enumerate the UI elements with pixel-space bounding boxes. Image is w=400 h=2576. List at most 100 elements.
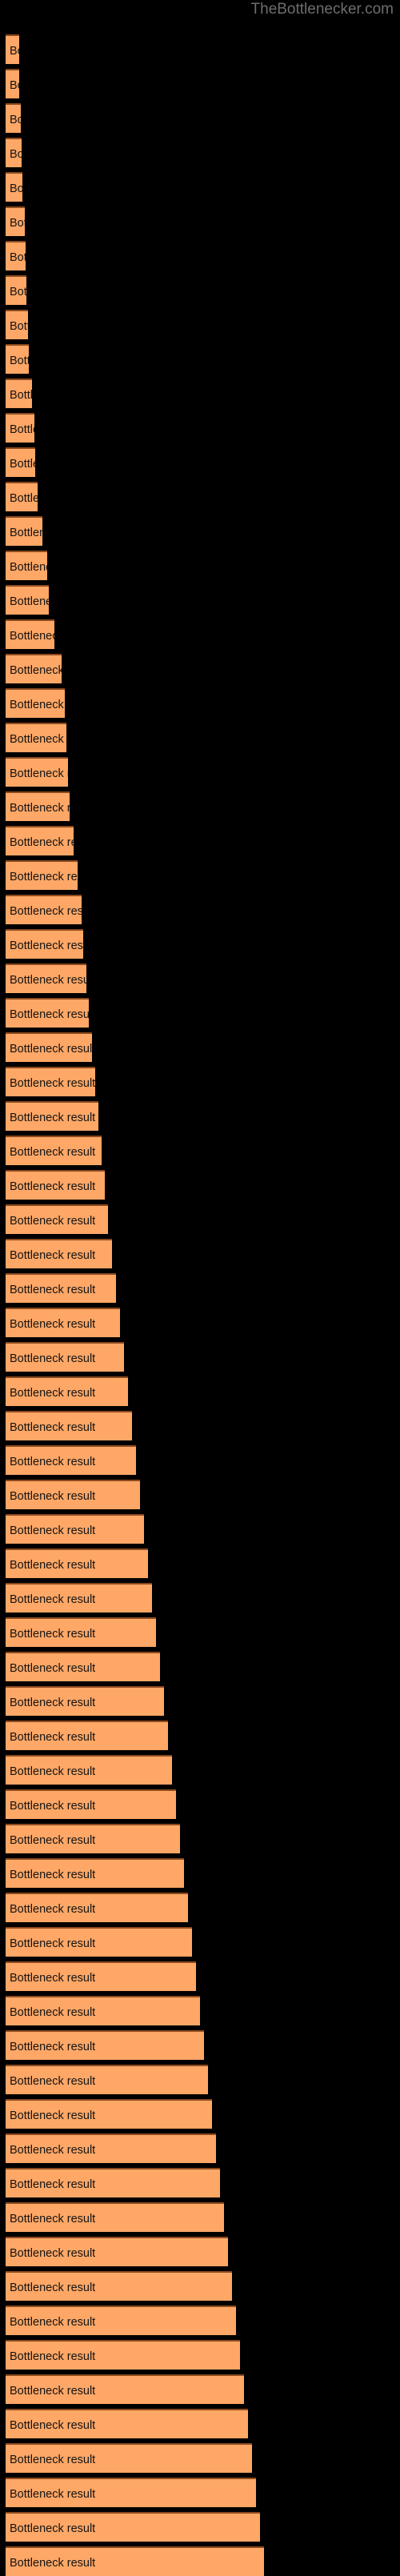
bar[interactable]: Bottleneck result	[6, 1927, 192, 1957]
bar[interactable]: Bottleneck result	[6, 2409, 248, 2438]
bar[interactable]: Bottleneck result	[6, 791, 70, 821]
bar[interactable]: Bottleneck result	[6, 654, 62, 683]
bar[interactable]: Bottleneck result	[6, 1789, 176, 1819]
bar-label: Bottleneck result	[10, 423, 34, 436]
bar[interactable]: Bottleneck result	[6, 1445, 136, 1475]
bar[interactable]: Bottleneck result	[6, 2099, 212, 2129]
bar[interactable]: Bottleneck result	[6, 1824, 180, 1853]
bar-label: Bottleneck result	[10, 1903, 96, 1916]
bar[interactable]: Bottleneck result	[6, 1480, 140, 1509]
bar[interactable]: Bottleneck result	[6, 1858, 184, 1888]
bar-label: Bottleneck result	[10, 527, 42, 539]
bar[interactable]: Bottleneck result	[6, 1721, 168, 1750]
bar[interactable]: Bottleneck result	[6, 1652, 160, 1681]
bar[interactable]: Bottleneck result	[6, 1755, 172, 1785]
bar[interactable]: Bottleneck result	[6, 1411, 132, 1440]
bar[interactable]: Bottleneck result	[6, 172, 22, 202]
bar[interactable]: Bottleneck result	[6, 585, 49, 615]
bar[interactable]: Bottleneck result	[6, 1136, 102, 1165]
bar[interactable]: Bottleneck result	[6, 447, 35, 477]
bar-label: Bottleneck result	[10, 1490, 96, 1503]
bar[interactable]: Bottleneck result	[6, 551, 47, 580]
bar-label: Bottleneck result	[10, 1318, 96, 1331]
bar[interactable]: Bottleneck result	[6, 2306, 236, 2335]
bar-label: Bottleneck result	[10, 1800, 96, 1813]
bar[interactable]: Bottleneck result	[6, 2443, 252, 2473]
bar[interactable]: Bottleneck result	[6, 1548, 148, 1578]
bar[interactable]: Bottleneck result	[6, 1170, 105, 1200]
bar[interactable]: Bottleneck result	[6, 1996, 200, 2025]
bar[interactable]: Bottleneck result	[6, 1617, 156, 1647]
bar-label: Bottleneck result	[10, 733, 66, 746]
bar[interactable]: Bottleneck result	[6, 2546, 264, 2576]
bar[interactable]: Bottleneck result	[6, 963, 86, 993]
bar[interactable]: Bottleneck result	[6, 103, 21, 133]
bar[interactable]: Bottleneck result	[6, 1376, 128, 1406]
bar-label: Bottleneck result	[10, 1215, 96, 1228]
bar-label: Bottleneck result	[10, 1593, 96, 1606]
bar-label: Bottleneck result	[10, 1972, 96, 1985]
bar-label: Bottleneck result	[10, 114, 21, 126]
bar[interactable]: Bottleneck result	[6, 1204, 108, 1234]
bar[interactable]: Bottleneck result	[6, 1067, 95, 1096]
bar-label: Bottleneck result	[10, 2213, 96, 2225]
bar[interactable]: Bottleneck result	[6, 69, 19, 98]
bar[interactable]: Bottleneck result	[6, 275, 26, 305]
bar-label: Bottleneck result	[10, 1559, 96, 1572]
bar[interactable]: Bottleneck result	[6, 1686, 164, 1716]
bar-label: Bottleneck result	[10, 1697, 96, 1709]
bar[interactable]: Bottleneck result	[6, 516, 42, 546]
bar-label: Bottleneck result	[10, 1421, 96, 1434]
bar[interactable]: Bottleneck result	[6, 379, 32, 408]
bar[interactable]: Bottleneck result	[6, 1342, 124, 1372]
bar[interactable]: Bottleneck result	[6, 895, 82, 924]
bar[interactable]: Bottleneck result	[6, 723, 66, 752]
bar[interactable]: Bottleneck result	[6, 2065, 208, 2094]
bar[interactable]: Bottleneck result	[6, 1583, 152, 1613]
bar-label: Bottleneck result	[10, 320, 28, 333]
bar[interactable]: Bottleneck result	[6, 1514, 144, 1544]
bar[interactable]: Bottleneck result	[6, 1308, 120, 1337]
bar[interactable]: Bottleneck result	[6, 2340, 240, 2370]
bar[interactable]: Bottleneck result	[6, 860, 78, 890]
bar[interactable]: Bottleneck result	[6, 34, 19, 64]
bar[interactable]: Bottleneck result	[6, 482, 38, 511]
bar[interactable]: Bottleneck result	[6, 757, 68, 787]
bar[interactable]: Bottleneck result	[6, 1893, 188, 1922]
bar[interactable]: Bottleneck result	[6, 1239, 112, 1268]
bar-label: Bottleneck result	[10, 836, 74, 849]
bar[interactable]: Bottleneck result	[6, 2374, 244, 2404]
bar[interactable]: Bottleneck result	[6, 929, 83, 959]
bar[interactable]: Bottleneck result	[6, 619, 54, 649]
bar[interactable]: Bottleneck result	[6, 2478, 256, 2507]
bar-label: Bottleneck result	[10, 1937, 96, 1950]
bar-label: Bottleneck result	[10, 2075, 96, 2088]
bar[interactable]: Bottleneck result	[6, 2168, 220, 2197]
bar[interactable]: Bottleneck result	[6, 2512, 260, 2542]
bar-label: Bottleneck result	[10, 2419, 96, 2432]
bar[interactable]: Bottleneck result	[6, 138, 22, 167]
bar[interactable]: Bottleneck result	[6, 2030, 204, 2060]
bar-label: Bottleneck result	[10, 1387, 96, 1400]
bar[interactable]: Bottleneck result	[6, 241, 26, 270]
bar[interactable]: Bottleneck result	[6, 688, 65, 718]
bar[interactable]: Bottleneck result	[6, 1032, 92, 1062]
bar[interactable]: Bottleneck result	[6, 998, 89, 1028]
bar-label: Bottleneck result	[10, 767, 68, 780]
bar[interactable]: Bottleneck result	[6, 344, 29, 374]
bar[interactable]: Bottleneck result	[6, 310, 28, 339]
bar-label: Bottleneck result	[10, 1284, 96, 1296]
bar[interactable]: Bottleneck result	[6, 1961, 196, 1991]
bar[interactable]: Bottleneck result	[6, 2133, 216, 2163]
bar-label: Bottleneck result	[10, 2385, 96, 2398]
bar[interactable]: Bottleneck result	[6, 1101, 98, 1131]
bar-label: Bottleneck result	[10, 871, 78, 883]
bar[interactable]: Bottleneck result	[6, 206, 25, 236]
bar[interactable]: Bottleneck result	[6, 826, 74, 855]
bar-label: Bottleneck result	[10, 2350, 96, 2363]
bar[interactable]: Bottleneck result	[6, 2271, 232, 2301]
bar[interactable]: Bottleneck result	[6, 413, 34, 443]
bar[interactable]: Bottleneck result	[6, 2237, 228, 2266]
bar[interactable]: Bottleneck result	[6, 2202, 224, 2232]
bar[interactable]: Bottleneck result	[6, 1273, 116, 1303]
